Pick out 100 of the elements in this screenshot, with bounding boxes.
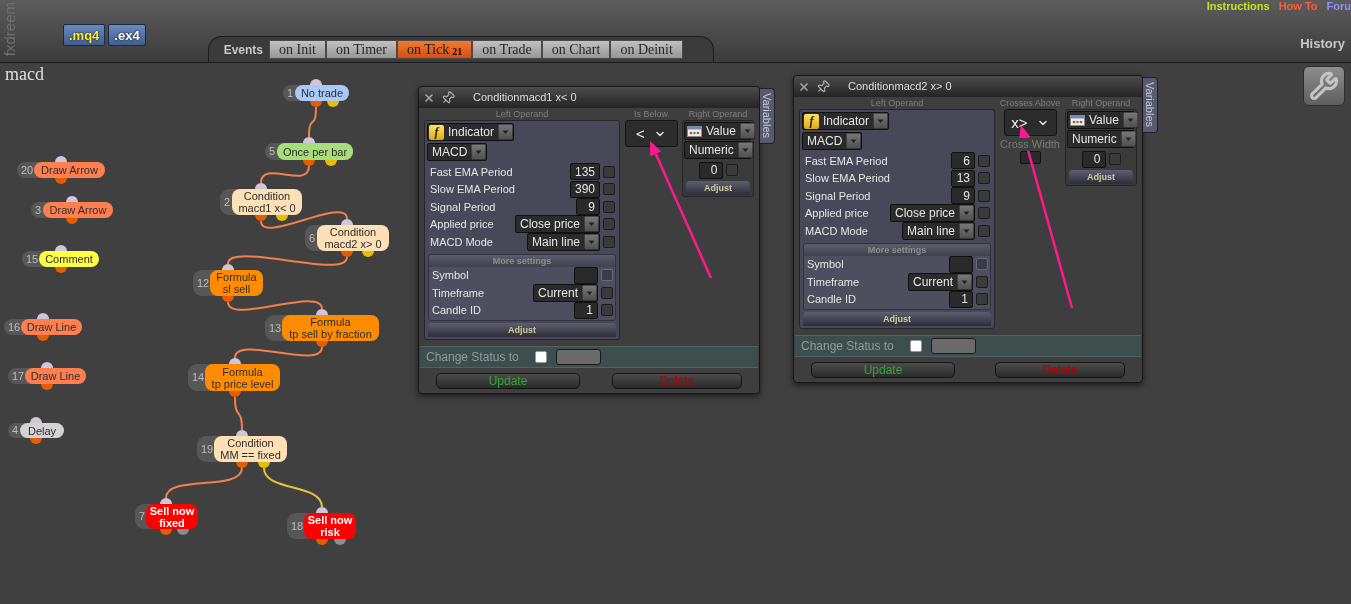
adjust-button[interactable]: Adjust (428, 323, 616, 337)
node-label[interactable]: Once per bar (277, 143, 353, 160)
flow-node[interactable]: 5 Once per bar (265, 143, 353, 160)
status-field[interactable] (930, 338, 976, 354)
checkbox[interactable] (978, 224, 990, 237)
event-tab[interactable]: on Trade (472, 40, 542, 59)
caret-down-icon[interactable] (873, 113, 889, 129)
type-dropdown[interactable]: Numeric (1067, 130, 1135, 148)
input-connector-icon[interactable] (222, 264, 234, 270)
source-dropdown[interactable]: Value (684, 122, 752, 140)
param-dropdown[interactable]: Close price (514, 215, 600, 234)
status-field[interactable] (555, 349, 601, 365)
variables-tab[interactable]: Variables (760, 88, 775, 144)
output-connector-icon[interactable] (341, 251, 353, 257)
output-connector-icon[interactable] (362, 251, 374, 257)
checkbox[interactable] (976, 293, 988, 306)
caret-down-icon[interactable] (498, 124, 514, 140)
param-dropdown[interactable]: Close price (889, 204, 975, 223)
operator-dropdown[interactable]: x> (1003, 109, 1057, 136)
value-input[interactable]: 135 (569, 163, 600, 181)
wrench-button[interactable] (1303, 66, 1345, 106)
checkbox[interactable] (603, 165, 615, 178)
caret-down-icon[interactable] (1120, 131, 1136, 147)
flow-node[interactable]: 3 Draw Arrow (31, 202, 113, 218)
adjust-button[interactable]: Adjust (1069, 170, 1133, 184)
event-tab[interactable]: on Init (269, 40, 326, 59)
checkbox[interactable] (725, 164, 738, 176)
input-connector-icon[interactable] (160, 498, 172, 504)
node-label[interactable]: Condition macd1 x< 0 (232, 189, 302, 215)
checkbox[interactable] (909, 340, 922, 352)
source-dropdown[interactable]: f Indicator (427, 123, 515, 141)
node-label[interactable]: Draw Arrow (34, 162, 105, 178)
variables-tab[interactable]: Variables (1143, 77, 1158, 133)
input-connector-icon[interactable] (316, 309, 328, 315)
caret-down-icon[interactable] (471, 144, 487, 160)
export-button[interactable]: .mq4 (63, 24, 106, 46)
output-connector-icon[interactable] (160, 529, 172, 535)
output-connector-icon[interactable] (316, 341, 328, 347)
value-input[interactable]: 9 (576, 198, 600, 216)
type-dropdown[interactable]: Numeric (684, 141, 752, 159)
wrench-icon[interactable] (1309, 71, 1339, 101)
checkbox[interactable] (603, 183, 615, 196)
indicator-dropdown[interactable]: MACD (427, 143, 488, 161)
input-connector-icon[interactable] (55, 245, 67, 251)
checkbox[interactable] (603, 218, 615, 231)
adjust-button[interactable]: Adjust (686, 181, 750, 195)
close-icon[interactable] (423, 91, 435, 104)
output-connector-icon[interactable] (30, 438, 42, 444)
value-input[interactable]: 13 (951, 169, 975, 187)
caret-down-icon[interactable] (1122, 112, 1138, 128)
export-button[interactable]: .ex4 (108, 24, 146, 46)
output-connector-icon[interactable] (222, 296, 234, 302)
input-connector-icon[interactable] (236, 430, 248, 436)
source-dropdown[interactable]: f Indicator (802, 112, 890, 130)
output-connector-icon[interactable] (276, 215, 288, 221)
input-connector-icon[interactable] (41, 362, 53, 368)
indicator-dropdown[interactable]: MACD (802, 132, 863, 150)
event-tab[interactable]: on Chart (541, 40, 611, 59)
dialog-title-bar[interactable]: Conditionmacd1 x< 0 (419, 87, 759, 108)
nav-link[interactable]: Instructions (1206, 0, 1270, 12)
node-label[interactable]: Delay (20, 423, 64, 438)
output-connector-icon[interactable] (37, 335, 49, 341)
value-input[interactable]: 390 (569, 180, 600, 198)
caret-down-icon[interactable] (846, 133, 862, 149)
caret-down-icon[interactable] (582, 284, 597, 301)
input-connector-icon[interactable] (37, 313, 49, 319)
checkbox[interactable] (978, 189, 990, 202)
value-input[interactable]: 6 (951, 152, 975, 170)
node-label[interactable]: Comment (39, 251, 99, 267)
flow-node[interactable]: 4 Delay (8, 423, 64, 438)
checkbox[interactable] (603, 235, 615, 248)
node-label[interactable]: Draw Arrow (43, 202, 113, 218)
checkbox[interactable] (534, 351, 547, 363)
node-label[interactable]: Formula tp sell by fraction (282, 315, 379, 341)
output-connector-icon[interactable] (310, 101, 322, 107)
input-connector-icon[interactable] (30, 417, 42, 423)
node-label[interactable]: Draw Line (25, 368, 86, 384)
output-connector-icon[interactable] (316, 539, 328, 545)
node-label[interactable]: Sell now risk (304, 513, 356, 539)
input-connector-icon[interactable] (66, 196, 78, 202)
output-connector-icon[interactable] (66, 218, 78, 224)
value-input[interactable]: 0 (698, 161, 723, 179)
input-connector-icon[interactable] (310, 79, 322, 85)
node-label[interactable]: Condition macd2 x> 0 (317, 225, 389, 251)
caret-down-icon[interactable] (737, 142, 753, 158)
event-tab[interactable]: on Tick 21 (396, 40, 473, 59)
checkbox[interactable] (1108, 153, 1121, 165)
input-connector-icon[interactable] (255, 183, 267, 189)
param-dropdown[interactable]: Current (533, 283, 598, 302)
flow-node[interactable]: 16 Draw Line (4, 319, 82, 335)
dialog-title-bar[interactable]: Conditionmacd2 x> 0 (794, 76, 1142, 97)
input-connector-icon[interactable] (229, 358, 241, 364)
node-label[interactable]: Draw Line (21, 319, 82, 335)
input-connector-icon[interactable] (303, 137, 315, 143)
update-button[interactable]: Update (811, 362, 955, 378)
caret-down-icon[interactable] (584, 216, 599, 233)
value-input[interactable]: 9 (951, 187, 975, 205)
checkbox[interactable] (601, 286, 613, 299)
output-connector-icon[interactable] (229, 391, 241, 397)
checkbox[interactable] (601, 304, 613, 317)
